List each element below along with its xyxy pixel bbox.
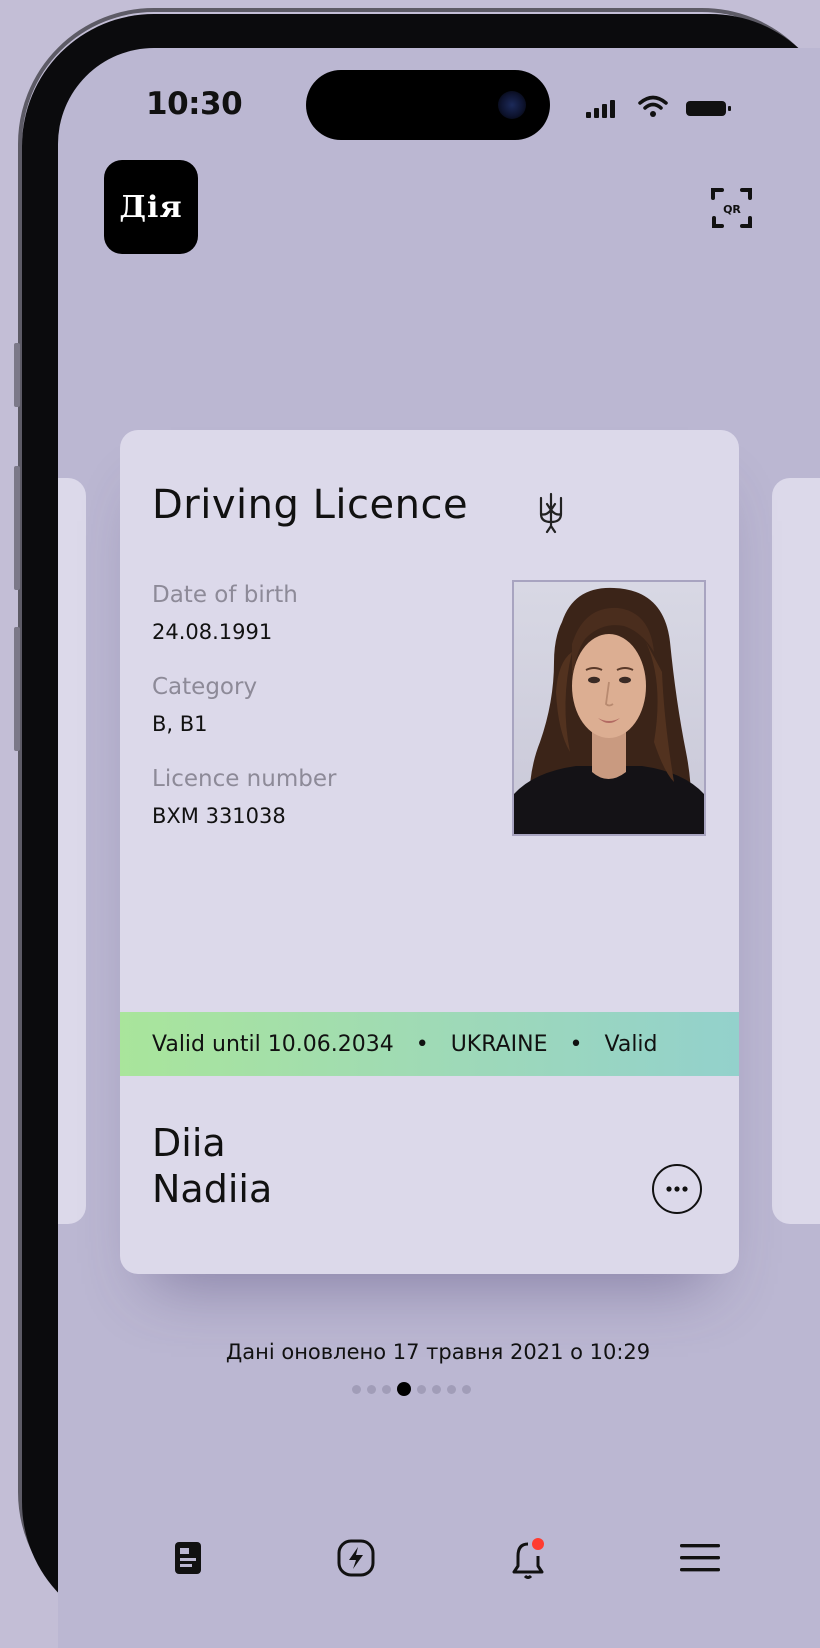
- volume-down-button: [14, 627, 20, 751]
- cellular-signal-icon: [586, 100, 615, 118]
- licence-number-value: BXM 331038: [152, 804, 286, 828]
- tab-notifications[interactable]: [504, 1534, 552, 1582]
- country-text: UKRAINE: [450, 1031, 548, 1057]
- menu-icon: [680, 1544, 720, 1572]
- qr-label: QR: [723, 203, 741, 216]
- category-value: B, B1: [152, 712, 208, 736]
- holder-name: Diia Nadiia: [152, 1120, 272, 1212]
- diia-logo[interactable]: Дія: [104, 160, 198, 254]
- ribbon-separator: •: [415, 1031, 429, 1057]
- qr-scan-icon[interactable]: QR: [710, 186, 754, 230]
- document-icon: [175, 1542, 201, 1574]
- notification-badge: [532, 1538, 544, 1550]
- tab-services[interactable]: [332, 1534, 380, 1582]
- pager-dot[interactable]: [352, 1384, 361, 1394]
- holder-first-name: Nadiia: [152, 1167, 273, 1211]
- pager-dot[interactable]: [432, 1384, 441, 1394]
- valid-until-text-repeat: Valid: [604, 1031, 658, 1057]
- holder-last-name: Diia: [152, 1121, 226, 1165]
- data-updated-text: Дані оновлено 17 травня 2021 о 10:29: [225, 1340, 651, 1364]
- card-pager[interactable]: [352, 1382, 471, 1396]
- dob-label: Date of birth: [152, 582, 298, 608]
- status-time: 10:30: [146, 86, 243, 122]
- category-label: Category: [152, 674, 258, 700]
- ukraine-trident-icon: [539, 492, 563, 534]
- previous-card-peek[interactable]: [58, 478, 86, 1224]
- front-camera-icon: [498, 91, 526, 119]
- volume-up-button: [14, 466, 20, 590]
- tab-menu[interactable]: [676, 1534, 724, 1582]
- notifications-bell-icon: [512, 1538, 544, 1579]
- licence-number-label: Licence number: [152, 766, 337, 792]
- wifi-icon: [638, 95, 668, 117]
- bottom-tab-bar: [58, 1534, 818, 1594]
- services-lightning-icon: [337, 1539, 375, 1577]
- pager-dot[interactable]: [382, 1384, 391, 1394]
- tab-documents[interactable]: [164, 1534, 212, 1582]
- driving-licence-card[interactable]: Driving Licence Date of birth 24.08.1991…: [120, 430, 739, 1274]
- phone-screen: 10:30 Дія QR Driving Licence Date of bir…: [58, 48, 820, 1648]
- pager-dot[interactable]: [367, 1384, 376, 1394]
- pager-dot[interactable]: [447, 1384, 456, 1394]
- validity-ribbon: Valid until 10.06.2034 • UKRAINE • Valid: [120, 1012, 739, 1076]
- dob-value: 24.08.1991: [152, 620, 273, 644]
- action-button: [14, 343, 20, 407]
- card-title: Driving Licence: [152, 482, 469, 528]
- pager-dot[interactable]: [417, 1384, 426, 1394]
- ellipsis-icon: [666, 1186, 688, 1192]
- more-options-button[interactable]: [652, 1164, 702, 1214]
- pager-dot[interactable]: [462, 1384, 471, 1394]
- valid-until-text: Valid until 10.06.2034: [152, 1031, 394, 1057]
- battery-icon: [686, 101, 731, 116]
- pager-dot[interactable]: [397, 1382, 411, 1396]
- next-card-peek[interactable]: [772, 478, 820, 1224]
- ribbon-separator: •: [569, 1031, 583, 1057]
- dynamic-island: [306, 70, 550, 140]
- portrait-illustration: [514, 587, 704, 834]
- holder-photo: [512, 580, 706, 836]
